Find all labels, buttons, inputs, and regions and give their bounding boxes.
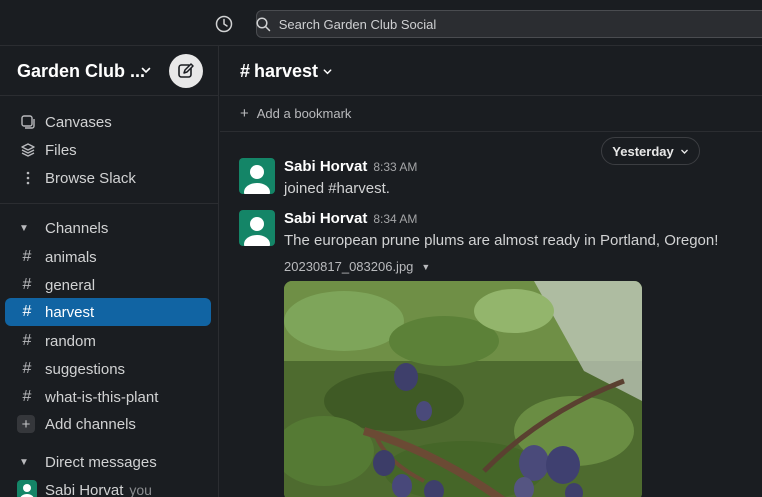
- message-text: joined #harvest.: [284, 180, 390, 197]
- attachment-header[interactable]: 20230817_083206.jpg ▼: [284, 259, 430, 274]
- avatar: [17, 480, 37, 497]
- avatar[interactable]: [239, 158, 275, 194]
- chevron-down-icon[interactable]: [140, 64, 152, 76]
- sender-name[interactable]: Sabi Horvat: [284, 158, 367, 175]
- dm-you-label: you: [129, 482, 152, 497]
- message-timestamp[interactable]: 8:34 AM: [373, 212, 417, 226]
- channel-label: animals: [45, 248, 97, 266]
- avatar[interactable]: [239, 210, 275, 246]
- plum-tree-photo: [284, 281, 642, 497]
- search-icon: [256, 16, 270, 31]
- caret-down-icon: ▼: [421, 261, 431, 272]
- nav-label: Files: [45, 141, 77, 159]
- message: Sabi Horvat 8:34 AM The european prune pl…: [239, 210, 739, 254]
- plus-icon: +: [240, 105, 249, 122]
- more-vertical-icon: [15, 170, 41, 186]
- attached-image[interactable]: [284, 281, 642, 497]
- canvas-icon: [15, 114, 41, 130]
- hash-icon: #: [240, 61, 251, 81]
- history-clock-icon[interactable]: [212, 12, 236, 36]
- sidebar-item-harvest[interactable]: # harvest: [5, 298, 211, 326]
- dm-item-self[interactable]: Sabi Horvat you: [0, 477, 219, 497]
- search-placeholder: Search Garden Club Social: [278, 16, 437, 32]
- hash-icon: #: [22, 303, 32, 320]
- channel-label: what-is-this-plant: [45, 388, 159, 406]
- channel-title-button[interactable]: # harvest: [240, 61, 333, 82]
- section-label: Channels: [45, 219, 109, 237]
- bookmark-label: Add a bookmark: [256, 106, 352, 121]
- message-sender[interactable]: Sabi Horvat 8:33 AM: [284, 158, 417, 175]
- message-text: The european prune plums are almost read…: [284, 232, 719, 249]
- compose-icon: [178, 63, 194, 78]
- hash-icon: #: [22, 276, 32, 293]
- plus-icon: +: [17, 415, 35, 433]
- message: Sabi Horvat 8:33 AM joined #harvest.: [239, 158, 739, 202]
- channel-title: harvest: [254, 61, 319, 81]
- top-bar: Search Garden Club Social: [0, 0, 762, 46]
- chevron-down-icon: [323, 69, 332, 75]
- section-label: Direct messages: [45, 453, 157, 471]
- attachment-name: 20230817_083206.jpg: [284, 259, 414, 274]
- dm-user-name: Sabi Horvat: [45, 481, 124, 497]
- nav-files[interactable]: Files: [0, 137, 219, 163]
- channel-label: harvest: [45, 303, 95, 321]
- add-channels-button[interactable]: + Add channels: [0, 411, 219, 437]
- nav-canvases[interactable]: Canvases: [0, 109, 219, 135]
- add-bookmark-button[interactable]: + Add a bookmark: [240, 105, 351, 122]
- channels-section-header[interactable]: ▼ Channels: [0, 215, 219, 241]
- bookmark-bar: + Add a bookmark: [220, 96, 762, 132]
- sidebar-item-suggestions[interactable]: # suggestions: [5, 355, 211, 383]
- caret-down-icon: ▼: [19, 456, 29, 468]
- nav-label: Browse Slack: [45, 169, 136, 187]
- hash-icon: #: [22, 388, 32, 405]
- compose-button[interactable]: [169, 54, 203, 88]
- search-input[interactable]: Search Garden Club Social: [256, 10, 762, 38]
- hash-icon: #: [22, 248, 32, 265]
- add-channels-label: Add channels: [45, 415, 136, 433]
- nav-browse-slack[interactable]: Browse Slack: [0, 165, 219, 191]
- sidebar-item-general[interactable]: # general: [5, 271, 211, 299]
- dm-section-header[interactable]: ▼ Direct messages: [0, 449, 219, 475]
- chevron-down-icon: [680, 149, 688, 154]
- workspace-name[interactable]: Garden Club ...: [17, 61, 145, 82]
- channel-label: suggestions: [45, 360, 126, 378]
- caret-down-icon: ▼: [19, 222, 29, 234]
- sidebar-item-animals[interactable]: # animals: [5, 243, 211, 271]
- hash-icon: #: [22, 332, 32, 349]
- date-label: Yesterday: [612, 143, 674, 159]
- message-sender[interactable]: Sabi Horvat 8:34 AM: [284, 210, 417, 227]
- sidebar-item-random[interactable]: # random: [5, 327, 211, 355]
- workspace-header: Garden Club ...: [0, 46, 218, 96]
- nav-label: Canvases: [45, 113, 112, 131]
- channel-label: random: [45, 332, 96, 350]
- sidebar-divider: [0, 203, 219, 204]
- channel-view: # harvest + Add a bookmark Yesterday Sab…: [220, 46, 762, 497]
- channel-label: general: [45, 276, 96, 294]
- sidebar-item-what-is-this-plant[interactable]: # what-is-this-plant: [5, 383, 211, 411]
- sidebar: Garden Club ... Canvases Files Browse Sl…: [0, 46, 219, 497]
- hash-icon: #: [22, 360, 32, 377]
- files-stack-icon: [15, 142, 41, 158]
- message-timestamp[interactable]: 8:33 AM: [373, 160, 417, 174]
- channel-header: # harvest: [220, 46, 762, 96]
- sender-name[interactable]: Sabi Horvat: [284, 210, 367, 227]
